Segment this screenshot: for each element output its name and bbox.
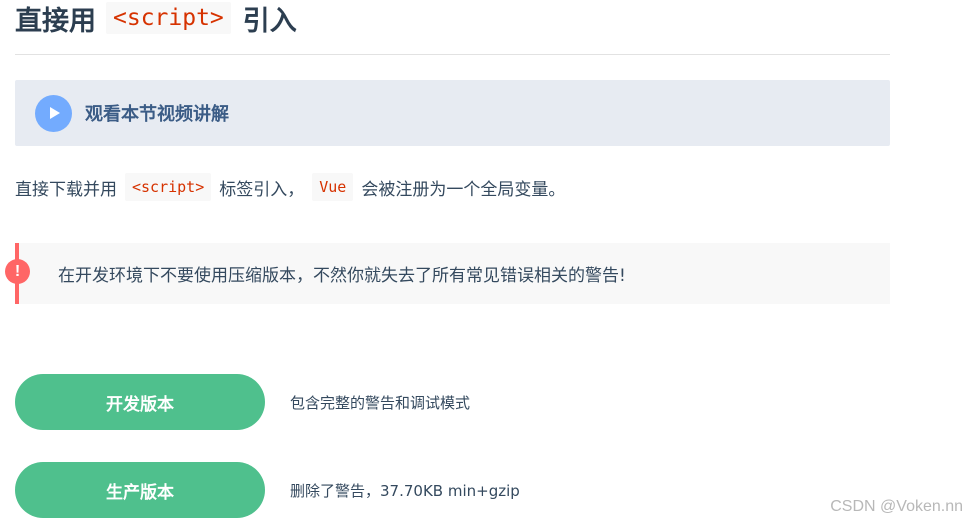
page-title: 直接用 <script> 引入 — [15, 0, 297, 38]
title-divider — [15, 54, 890, 55]
download-row-prod: 生产版本 删除了警告，37.70KB min+gzip — [15, 462, 520, 518]
intro-code-vue: Vue — [312, 173, 354, 201]
download-row-dev: 开发版本 包含完整的警告和调试模式 — [15, 374, 470, 430]
title-prefix: 直接用 — [15, 5, 96, 37]
dev-version-button[interactable]: 开发版本 — [15, 374, 265, 430]
warning-callout: ! 在开发环境下不要使用压缩版本，不然你就失去了所有常见错误相关的警告! — [5, 243, 890, 304]
watermark: CSDN @Voken.nn — [830, 498, 963, 515]
video-banner[interactable]: 观看本节视频讲解 — [15, 80, 890, 146]
intro-text-2: 标签引入， — [219, 179, 305, 200]
intro-text-1: 直接下载并用 — [15, 179, 117, 200]
warning-text: 在开发环境下不要使用压缩版本，不然你就失去了所有常见错误相关的警告! — [58, 266, 626, 286]
play-icon[interactable] — [35, 94, 72, 132]
intro-text-3: 会被注册为一个全局变量。 — [361, 179, 566, 200]
intro-paragraph: 直接下载并用 <script> 标签引入， Vue 会被注册为一个全局变量。 — [15, 171, 565, 203]
title-suffix: 引入 — [242, 5, 297, 37]
prod-version-button[interactable]: 生产版本 — [15, 462, 265, 518]
exclamation-icon: ! — [5, 259, 30, 284]
prod-version-description: 删除了警告，37.70KB min+gzip — [290, 481, 520, 500]
dev-version-description: 包含完整的警告和调试模式 — [290, 393, 471, 412]
video-banner-label[interactable]: 观看本节视频讲解 — [85, 100, 229, 126]
title-code-script: <script> — [106, 2, 231, 34]
intro-code-script: <script> — [125, 173, 212, 201]
